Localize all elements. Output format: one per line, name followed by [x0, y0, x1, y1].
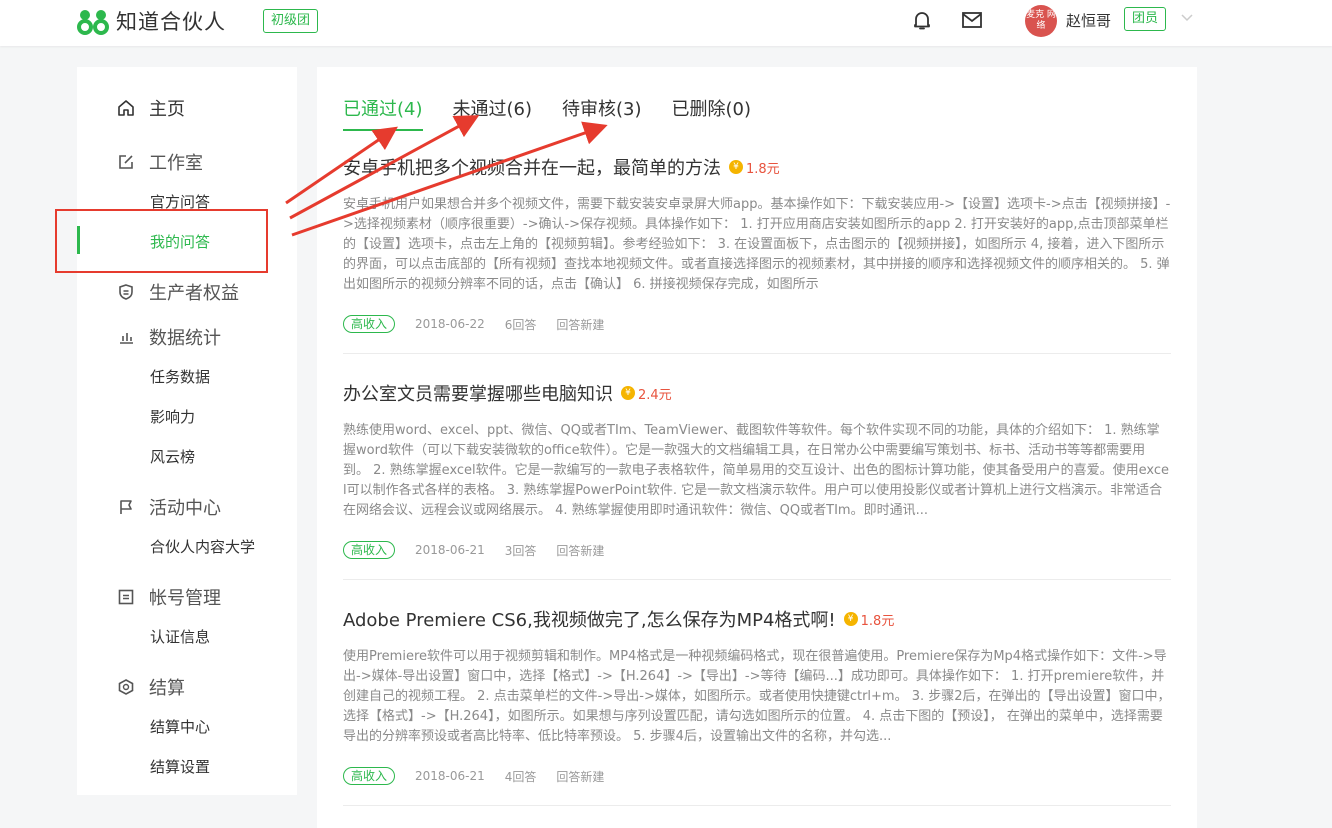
article-date: 2018-06-21: [415, 543, 485, 557]
annotation-highlight-box: [55, 209, 268, 273]
sidebar-group-label: 生产者权益: [149, 283, 239, 304]
coin-icon: ¥: [729, 160, 743, 174]
sidebar-group-activity-center[interactable]: 活动中心: [117, 494, 221, 520]
answer-action: 回答新建: [556, 769, 605, 784]
logo-text: 知道合伙人: [116, 10, 226, 34]
income-tag: 高收入: [343, 767, 396, 785]
sidebar-item-cert-info[interactable]: 认证信息: [150, 626, 210, 647]
sidebar-group-data-stats[interactable]: 数据统计: [117, 324, 221, 350]
sidebar-group-producer-rights[interactable]: 生产者权益: [117, 279, 239, 305]
article-date: 2018-06-21: [415, 769, 485, 783]
top-header: 知道合伙人 初级团 麦克 网络 赵恒哥 团员: [0, 0, 1332, 46]
chevron-down-icon[interactable]: [1180, 10, 1194, 24]
status-tabs: 已通过(4) 未通过(6) 待审核(3) 已删除(0): [343, 95, 781, 131]
article-title[interactable]: 办公室文员需要掌握哪些电脑知识: [343, 380, 613, 406]
answer-action: 回答新建: [556, 317, 605, 332]
sidebar-group-studio[interactable]: 工作室: [117, 149, 203, 175]
settlement-icon: [118, 679, 134, 695]
sidebar-group-settlement[interactable]: 结算: [117, 674, 185, 700]
article-title[interactable]: Adobe Premiere CS6,我视频做完了,怎么保存为MP4格式啊!: [343, 606, 836, 632]
role-badge: 团员: [1124, 7, 1167, 31]
sidebar-group-account-mgmt[interactable]: 帐号管理: [117, 584, 221, 610]
list-item: 办公室文员需要掌握哪些电脑知识 ¥ 2.4元 熟练使用word、excel、pp…: [343, 380, 1171, 559]
sidebar-item-task-data[interactable]: 任务数据: [150, 366, 210, 387]
article-meta: 高收入 2018-06-21 3回答 回答新建: [343, 541, 1171, 559]
coin-icon: ¥: [843, 612, 858, 626]
sidebar-group-label: 结算: [149, 678, 185, 699]
income-tag: 高收入: [343, 315, 396, 333]
sidebar-group-label: 帐号管理: [149, 588, 221, 609]
answer-action: 回答新建: [556, 543, 605, 558]
answer-count: 6回答: [504, 317, 537, 332]
bell-icon[interactable]: [910, 8, 934, 32]
id-card-icon: [118, 589, 134, 605]
sidebar-item-leaderboard[interactable]: 风云榜: [150, 446, 195, 467]
sidebar-item-home[interactable]: 主页: [117, 95, 185, 121]
sidebar-item-label: 主页: [149, 99, 185, 120]
article-date: 2018-06-22: [415, 317, 485, 331]
level-badge: 初级团: [263, 9, 319, 33]
sidebar-item-partner-university[interactable]: 合伙人内容大学: [150, 536, 255, 557]
sidebar-item-settlement-settings[interactable]: 结算设置: [150, 756, 210, 777]
tab-deleted[interactable]: 已删除(0): [672, 95, 752, 131]
list-item: 安卓手机把多个视频合并在一起，最简单的方法 ¥ 1.8元 安卓手机用户如果想合并…: [343, 154, 1171, 333]
coin-icon: ¥: [621, 386, 635, 400]
article-body: 使用Premiere软件可以用于视频剪辑和制作。MP4格式是一种视频编码格式，现…: [343, 649, 1171, 744]
article-body: 熟练使用word、excel、ppt、微信、QQ或者TIm、TeamViewer…: [343, 423, 1170, 518]
tab-rejected[interactable]: 未通过(6): [453, 95, 533, 131]
tab-approved[interactable]: 已通过(4): [343, 95, 423, 131]
article-title[interactable]: 安卓手机把多个视频合并在一起，最简单的方法: [343, 154, 721, 180]
answer-count: 3回答: [504, 543, 537, 558]
divider: [343, 579, 1171, 580]
sidebar-item-settlement-center[interactable]: 结算中心: [150, 716, 210, 737]
sidebar-item-influence[interactable]: 影响力: [150, 406, 195, 427]
reward-amount: 1.8元: [746, 161, 780, 177]
list-item: Adobe Premiere CS6,我视频做完了,怎么保存为MP4格式啊! ¥…: [343, 606, 1171, 785]
sidebar-group-label: 工作室: [149, 153, 203, 174]
shield-icon: [119, 284, 133, 300]
home-icon: [118, 100, 134, 116]
bar-chart-icon: [120, 333, 133, 344]
reward-amount: 2.4元: [638, 387, 672, 403]
flag-icon: [120, 500, 132, 514]
article-meta: 高收入 2018-06-21 4回答 回答新建: [343, 767, 1171, 785]
divider: [343, 353, 1171, 354]
sidebar-group-label: 数据统计: [149, 328, 221, 349]
logo-icon: [77, 10, 109, 35]
reward-amount: 1.8元: [860, 613, 895, 629]
answer-count: 4回答: [504, 769, 537, 784]
edit-icon: [119, 155, 133, 169]
avatar[interactable]: 麦克 网络: [1025, 5, 1057, 37]
article-body: 安卓手机用户如果想合并多个视频文件，需要下载安装安卓录屏大师app。基本操作如下…: [343, 197, 1171, 292]
logo[interactable]: 知道合伙人: [76, 6, 226, 36]
mail-icon[interactable]: [960, 8, 984, 32]
divider: [343, 805, 1171, 806]
main-content: 已通过(4) 未通过(6) 待审核(3) 已删除(0) 安卓手机把多个视频合并在…: [317, 67, 1197, 828]
article-meta: 高收入 2018-06-22 6回答 回答新建: [343, 315, 1171, 333]
tab-pending[interactable]: 待审核(3): [562, 95, 642, 131]
username[interactable]: 赵恒哥: [1066, 10, 1111, 31]
income-tag: 高收入: [343, 541, 396, 559]
sidebar: 主页 工作室 官方问答 我的问答 生产者权益 数据统计 任务数据 影响力 风云榜…: [77, 67, 297, 795]
sidebar-group-label: 活动中心: [149, 498, 221, 519]
